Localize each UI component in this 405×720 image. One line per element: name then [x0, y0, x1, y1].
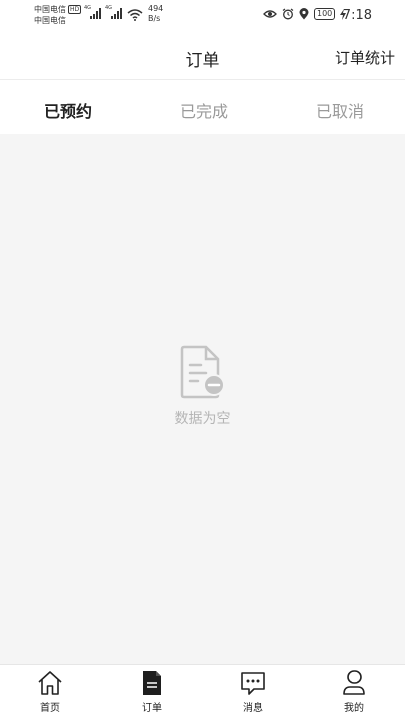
- message-icon: [241, 672, 265, 695]
- tabbar-profile-label: 我的: [344, 703, 364, 714]
- order-icon: [143, 671, 161, 695]
- carrier-2-label: 中国电信: [34, 16, 66, 25]
- tabbar-home-label: 首页: [40, 703, 60, 714]
- tabbar-profile[interactable]: 我的: [324, 669, 384, 714]
- tabbar-order[interactable]: 订单: [122, 669, 182, 714]
- carrier-info: 中国电信 HD 中国电信: [34, 4, 82, 26]
- home-icon: [38, 671, 62, 695]
- order-stats-button[interactable]: 订单统计: [335, 47, 395, 68]
- signal-2-icon: 4G: [105, 5, 122, 19]
- status-right-icons: 100: [263, 8, 347, 20]
- tab-cancelled[interactable]: 已取消: [316, 98, 364, 122]
- status-bar: 中国电信 HD 中国电信 4G 4G 494 B/s 100 7:18: [0, 0, 405, 32]
- profile-icon: [343, 670, 365, 695]
- empty-state-text: 数据为空: [174, 411, 231, 427]
- document-minus-icon: [180, 345, 225, 399]
- net-speed: 494 B/s: [148, 4, 163, 24]
- wifi-icon: [127, 9, 143, 21]
- tabbar-message[interactable]: 消息: [223, 669, 283, 714]
- battery-indicator: 100: [314, 8, 336, 20]
- bottom-tab-bar: 首页 订单 消息 我的: [0, 664, 405, 720]
- net-speed-unit: B/s: [148, 14, 161, 23]
- eye-icon: [263, 10, 277, 18]
- alarm-icon: [282, 8, 294, 20]
- order-list-area: 数据为空: [0, 134, 405, 664]
- tab-reserved[interactable]: 已预约: [44, 98, 92, 122]
- net-speed-value: 494: [148, 4, 164, 13]
- tabbar-order-label: 订单: [142, 703, 162, 714]
- clock-time: 7:18: [342, 8, 372, 23]
- location-icon: [299, 8, 309, 20]
- order-status-tabs: 已预约 已完成 已取消: [0, 80, 405, 134]
- tab-completed[interactable]: 已完成: [180, 98, 228, 122]
- app-header: 订单 订单统计: [0, 32, 405, 80]
- hd-badge: HD: [68, 5, 82, 14]
- tabbar-home[interactable]: 首页: [20, 669, 80, 714]
- signal-1-icon: 4G: [84, 5, 101, 19]
- carrier-1-label: 中国电信: [34, 5, 66, 14]
- tabbar-message-label: 消息: [243, 703, 263, 714]
- signal-icons: 4G 4G: [84, 5, 122, 19]
